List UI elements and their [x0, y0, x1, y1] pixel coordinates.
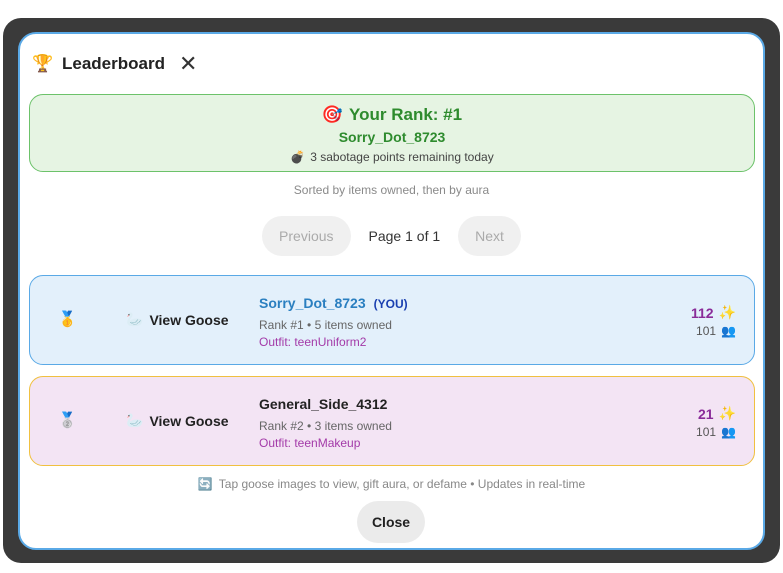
- gold-medal-icon: 🥇: [58, 311, 77, 328]
- username: General_Side_4312: [259, 396, 388, 412]
- followers-count: 101 👥: [691, 324, 736, 338]
- you-tag: (YOU): [373, 297, 408, 311]
- modal-header: 🏆 Leaderboard ✕: [32, 52, 197, 76]
- view-goose-button[interactable]: 🦢 View Goose: [126, 412, 229, 429]
- people-icon: 👥: [721, 324, 736, 338]
- aura-count: 112 ✨: [691, 304, 736, 321]
- previous-button[interactable]: Previous: [262, 216, 351, 256]
- sabotage-text: 3 sabotage points remaining today: [310, 150, 494, 164]
- view-goose-label: View Goose: [149, 412, 229, 429]
- user-info: Sorry_Dot_8723 (YOU) Rank #1 • 5 items ow…: [259, 295, 408, 349]
- view-goose-label: View Goose: [149, 311, 229, 328]
- footer-note: 🔄 Tap goose images to view, gift aura, o…: [20, 477, 763, 491]
- pagination: Previous Page 1 of 1 Next: [20, 216, 763, 256]
- trophy-icon: 🏆: [32, 54, 54, 73]
- user-stats: 21 ✨ 101 👥: [696, 405, 736, 439]
- outfit-info: Outfit: teenMakeup: [259, 436, 361, 450]
- aura-value: 21: [697, 405, 714, 422]
- target-icon: 🎯: [321, 105, 344, 124]
- rank-info: Rank #2 • 3 items owned: [259, 419, 392, 433]
- followers-value: 101: [696, 324, 717, 338]
- page-info: Page 1 of 1: [368, 228, 441, 244]
- next-button[interactable]: Next: [458, 216, 521, 256]
- outfit-info: Outfit: teenUniform2: [259, 335, 367, 349]
- leaderboard-row: 🥈 🦢 View Goose General_Side_4312 Rank #2…: [29, 376, 755, 466]
- bomb-icon: 💣: [290, 150, 306, 164]
- silver-medal-icon: 🥈: [58, 412, 77, 429]
- followers-count: 101 👥: [696, 425, 736, 439]
- user-stats: 112 ✨ 101 👥: [691, 304, 736, 338]
- your-rank-text: Your Rank: #1: [349, 105, 463, 124]
- view-goose-button[interactable]: 🦢 View Goose: [126, 311, 229, 328]
- username: Sorry_Dot_8723: [259, 295, 366, 311]
- your-rank-card: 🎯 Your Rank: #1 Sorry_Dot_8723 💣 3 sabot…: [29, 94, 755, 172]
- refresh-icon: 🔄: [197, 477, 213, 491]
- leaderboard-row: 🥇 🦢 View Goose Sorry_Dot_8723 (YOU) Rank …: [29, 275, 755, 365]
- close-button[interactable]: Close: [357, 501, 425, 543]
- sparkles-icon: ✨: [718, 405, 736, 421]
- aura-count: 21 ✨: [696, 405, 736, 422]
- rank-line: 🎯 Your Rank: #1: [30, 105, 754, 125]
- sort-note: Sorted by items owned, then by aura: [293, 183, 490, 197]
- footer-note-text: Tap goose images to view, gift aura, or …: [218, 477, 586, 491]
- user-info: General_Side_4312 Rank #2 • 3 items owne…: [259, 396, 392, 450]
- leaderboard-modal: 🏆 Leaderboard ✕ 🎯 Your Rank: #1 Sorry_Do…: [18, 32, 765, 550]
- followers-value: 101: [696, 425, 717, 439]
- sparkles-icon: ✨: [718, 304, 736, 320]
- modal-title: Leaderboard: [62, 54, 165, 73]
- your-username: Sorry_Dot_8723: [338, 129, 446, 145]
- goose-icon: 🦢: [126, 412, 144, 428]
- close-icon[interactable]: ✕: [179, 53, 197, 75]
- goose-icon: 🦢: [126, 311, 144, 327]
- aura-value: 112: [690, 304, 714, 321]
- rank-info: Rank #1 • 5 items owned: [259, 318, 392, 332]
- people-icon: 👥: [721, 425, 736, 439]
- sabotage-info: 💣 3 sabotage points remaining today: [30, 150, 754, 164]
